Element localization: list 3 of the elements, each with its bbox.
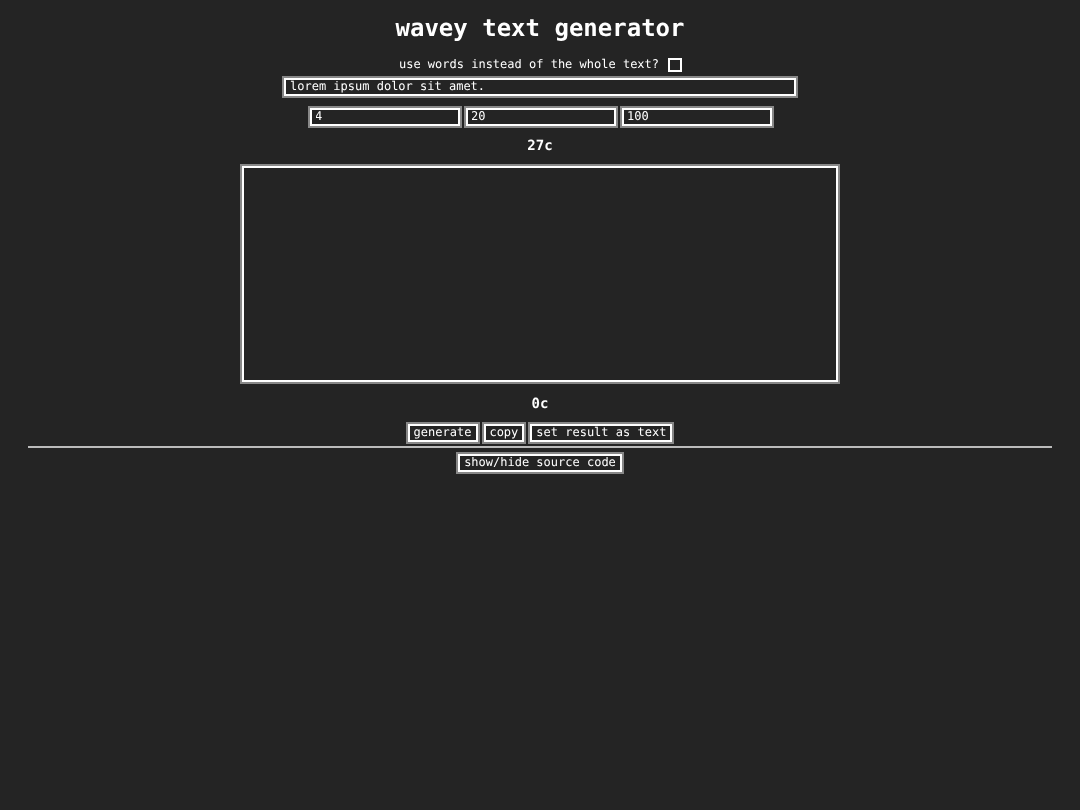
page-title: wavey text generator xyxy=(395,12,685,44)
words-checkbox[interactable] xyxy=(667,58,682,72)
result-textarea[interactable] xyxy=(242,166,838,382)
